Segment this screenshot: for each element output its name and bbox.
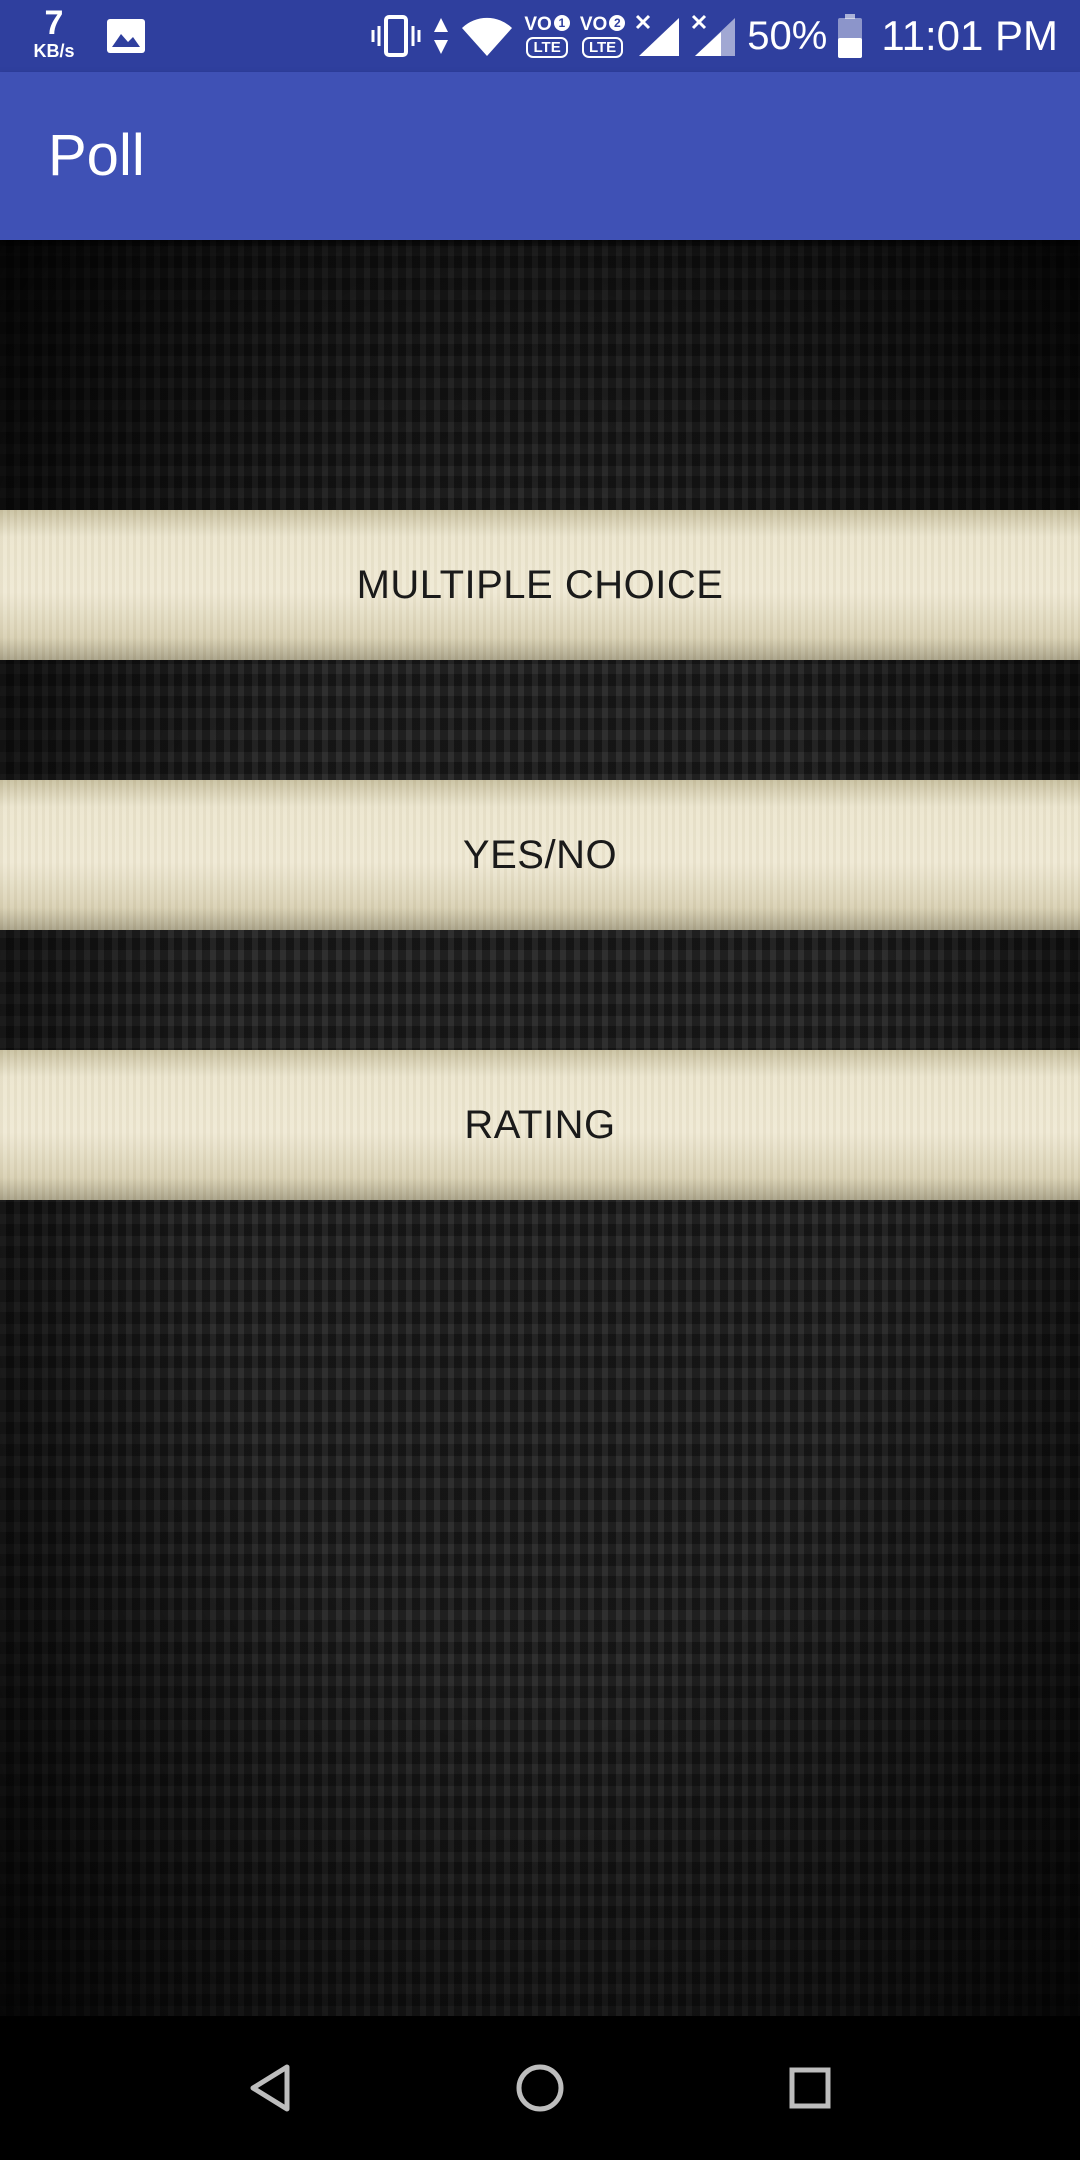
- wifi-icon: [462, 17, 513, 57]
- sim1-volte-icon: VO 1 LTE: [524, 13, 570, 58]
- status-bar: 7 KB/s VO 1 LTE VO 2 LTE 50% 11:01 PM: [0, 0, 1080, 72]
- sim2-index: 2: [609, 14, 626, 31]
- data-activity-icon: [434, 18, 449, 54]
- sim2-tech: LTE: [581, 36, 624, 58]
- circle-home-icon: [516, 2064, 564, 2112]
- back-button[interactable]: [235, 2053, 305, 2123]
- multiple-choice-button[interactable]: MULTIPLE CHOICE: [0, 510, 1080, 660]
- status-icons: VO 1 LTE VO 2 LTE 50% 11:01 PM: [370, 0, 1058, 72]
- sim2-volte-icon: VO 2 LTE: [579, 13, 626, 58]
- network-speed-value: 7: [44, 4, 64, 42]
- square-recents-icon: [789, 2067, 831, 2109]
- sim1-tech: LTE: [526, 36, 568, 58]
- screen: 7 KB/s VO 1 LTE VO 2 LTE 50% 11:01 PM Po…: [0, 0, 1080, 2160]
- triangle-back-icon: [250, 2064, 290, 2112]
- app-bar: Poll: [0, 72, 1080, 240]
- clock: 11:01 PM: [881, 12, 1058, 59]
- battery-percent: 50%: [747, 13, 828, 58]
- sim1-label: VO: [524, 13, 552, 35]
- image-notification-icon: [107, 19, 145, 53]
- navigation-bar: [0, 2016, 1080, 2160]
- poll-type-list: MULTIPLE CHOICE YES/NO RATING: [0, 240, 1080, 2016]
- vibrate-icon: [371, 15, 421, 57]
- sim1-index: 1: [553, 14, 570, 31]
- network-speed-unit: KB/s: [33, 41, 75, 61]
- rating-button[interactable]: RATING: [0, 1050, 1080, 1200]
- recents-button[interactable]: [775, 2053, 845, 2123]
- signal-sim2-icon: [692, 14, 736, 56]
- sim2-label: VO: [579, 13, 608, 35]
- battery-icon: [838, 14, 863, 58]
- home-button[interactable]: [505, 2053, 575, 2123]
- network-speed: 7 KB/s: [24, 6, 84, 60]
- page-title: Poll: [48, 123, 145, 188]
- signal-sim1-icon: [636, 14, 680, 56]
- yes-no-button[interactable]: YES/NO: [0, 780, 1080, 930]
